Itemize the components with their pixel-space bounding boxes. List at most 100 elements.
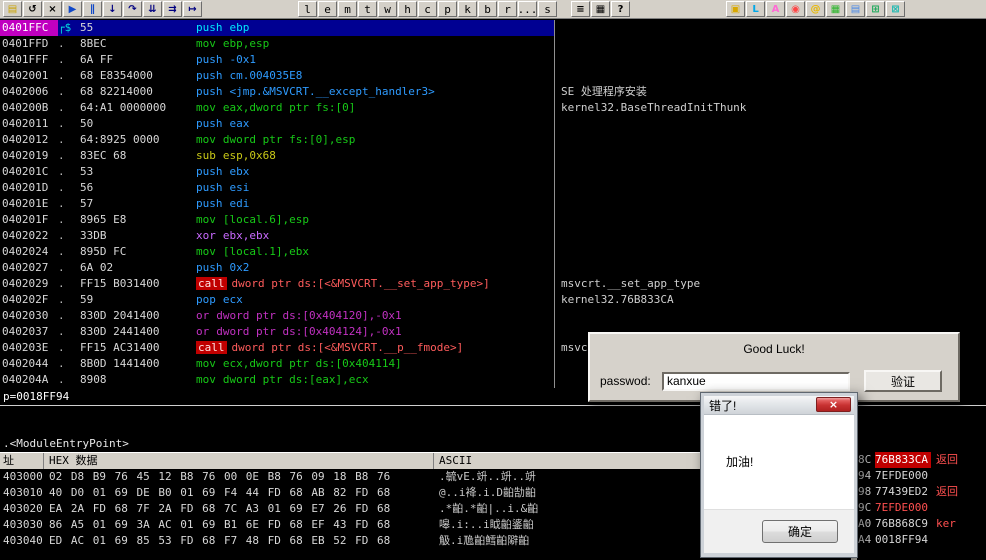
disasm-row[interactable]: 0402019 . 83EC 68 sub esp,0x68	[0, 148, 986, 164]
panel-letter-button[interactable]: c	[418, 1, 437, 17]
mnemonic: xor	[196, 229, 216, 242]
plugin-icon[interactable]: ▣	[726, 1, 745, 17]
panel-letter-button[interactable]: w	[378, 1, 397, 17]
disasm-hex-bytes: FF15 AC31400	[80, 341, 160, 354]
stack-row[interactable]: A0 76B868C9 ker	[858, 516, 986, 532]
panel-letter-button[interactable]: l	[298, 1, 317, 17]
disasm-hex-bytes: 895D FC	[80, 245, 127, 258]
open-file-button[interactable]: ▤	[3, 1, 22, 17]
panel-letter-button[interactable]: k	[458, 1, 477, 17]
mnemonic: call	[196, 341, 227, 354]
verify-button[interactable]: 验证	[864, 370, 942, 392]
stack-value: 7EFDE000	[875, 469, 928, 482]
close-icon: ×	[828, 397, 839, 411]
operands: ecx	[222, 293, 243, 306]
password-row: passwod: 验证	[600, 370, 950, 392]
panel-letter-button[interactable]: s	[538, 1, 557, 17]
execute-till-return-button[interactable]: ↦	[183, 1, 202, 17]
operands: [local.1],ebx	[222, 245, 309, 258]
step-into-button[interactable]: ↓	[103, 1, 122, 17]
error-title-bar[interactable]: 错了! ×	[704, 396, 854, 415]
plugin-icon[interactable]: L	[746, 1, 765, 17]
disasm-analysis-mark: .	[58, 325, 65, 338]
plugin-icon[interactable]: ◉	[786, 1, 805, 17]
dump-hex-bytes: 02 D8 B9 76 45 12 B8 76 00 0E B8 76 09 1…	[49, 470, 391, 483]
stack-address: 94	[858, 469, 872, 482]
disasm-comment	[554, 260, 986, 276]
close-button[interactable]: ×	[816, 397, 851, 412]
panel-letter-button[interactable]: e	[318, 1, 337, 17]
panel-letter-button[interactable]: r	[498, 1, 517, 17]
disasm-row[interactable]: 040202F . 59 pop ecx kernel32.76B833CA	[0, 292, 986, 308]
module-entry-label: .<ModuleEntryPoint>	[3, 437, 129, 450]
step-over-button[interactable]: ↷	[123, 1, 142, 17]
options-button[interactable]: ≡	[571, 1, 590, 17]
disasm-row[interactable]: 0401FFD . 8BEC mov ebp,esp	[0, 36, 986, 52]
panel-letter-button[interactable]: t	[358, 1, 377, 17]
disasm-row[interactable]: 040201F . 8965 E8 mov [local.6],esp	[0, 212, 986, 228]
stack-pane[interactable]: 8C 76B833CA 返回 94 7EFDE000 98 77439ED2 返…	[858, 452, 986, 548]
disasm-row[interactable]: 040201E . 57 push edi	[0, 196, 986, 212]
disasm-analysis-mark: ┌$	[58, 20, 80, 36]
dump-hex-bytes: EA 2A FD 68 7F 2A FD 68 7C A3 01 69 E7 2…	[49, 502, 391, 515]
disasm-analysis-mark: .	[58, 293, 65, 306]
mnemonic: mov	[196, 133, 216, 146]
disasm-hex-bytes: 6A FF	[80, 53, 114, 66]
close-icon-button[interactable]: ×	[43, 1, 62, 17]
mnemonic: push	[196, 117, 223, 130]
mnemonic: push	[196, 197, 223, 210]
stack-row[interactable]: 94 7EFDE000	[858, 468, 986, 484]
restart-button[interactable]: ↺	[23, 1, 42, 17]
disasm-hex-bytes: 83EC 68	[80, 149, 127, 162]
stack-comment	[931, 468, 986, 484]
disasm-row[interactable]: 0401FFF . 6A FF push -0x1	[0, 52, 986, 68]
disasm-row[interactable]: 040201C . 53 push ebx	[0, 164, 986, 180]
plugin-icon[interactable]: ▦	[826, 1, 845, 17]
plugin-icon[interactable]: ⊞	[866, 1, 885, 17]
plugin-icon[interactable]: ▤	[846, 1, 865, 17]
run-button[interactable]: ▶	[63, 1, 82, 17]
disasm-row[interactable]: 0402030 . 830D 2041400 or dword ptr ds:[0…	[0, 308, 986, 324]
stack-row[interactable]: 98 77439ED2 返回	[858, 484, 986, 500]
pause-button[interactable]: ∥	[83, 1, 102, 17]
panel-letter-button[interactable]: ...	[518, 1, 537, 17]
disasm-analysis-mark: .	[58, 165, 65, 178]
disasm-address: 0402012	[2, 133, 49, 146]
password-input[interactable]	[662, 371, 850, 391]
disasm-row[interactable]: 0402029 . FF15 B031400 call dword ptr ds:…	[0, 276, 986, 292]
operands: ebp,esp	[222, 37, 270, 50]
disasm-row[interactable]: 0402022 . 33DB xor ebx,ebx	[0, 228, 986, 244]
stack-row[interactable]: 8C 76B833CA 返回	[858, 452, 986, 468]
disasm-row[interactable]: 040201D . 56 push esi	[0, 180, 986, 196]
disasm-analysis-mark: .	[58, 309, 65, 322]
plugin-icon[interactable]: @	[806, 1, 825, 17]
panel-letter-button[interactable]: p	[438, 1, 457, 17]
plugin-icon[interactable]: ⊠	[886, 1, 905, 17]
panel-letter-button[interactable]: m	[338, 1, 357, 17]
disasm-row[interactable]: 0402011 . 50 push eax	[0, 116, 986, 132]
disasm-row[interactable]: 0402012 . 64:8925 0000 mov dword ptr fs:[…	[0, 132, 986, 148]
plugin-icon[interactable]: A	[766, 1, 785, 17]
disasm-row[interactable]: 0402006 . 68 82214000 push <jmp.&MSVCRT._…	[0, 84, 986, 100]
windows-button[interactable]: ▦	[591, 1, 610, 17]
animate-into-button[interactable]: ⇊	[143, 1, 162, 17]
disasm-row[interactable]: 0402027 . 6A 02 push 0x2	[0, 260, 986, 276]
disasm-row[interactable]: 0401FFC ┌$ 55 push ebp	[0, 20, 986, 36]
disasm-instruction: xor ebx,ebx	[196, 228, 554, 244]
disasm-row[interactable]: 0402024 . 895D FC mov [local.1],ebx	[0, 244, 986, 260]
disasm-instruction: mov dword ptr fs:[0],esp	[196, 132, 554, 148]
disasm-row[interactable]: 040200B . 64:A1 0000000 mov eax,dword ptr…	[0, 100, 986, 116]
dump-address-header: 址	[0, 453, 44, 469]
help-button[interactable]: ?	[611, 1, 630, 17]
disasm-comment	[554, 68, 986, 84]
stack-row[interactable]: A4 0018FF94	[858, 532, 986, 548]
mnemonic: mov	[196, 37, 216, 50]
disasm-row[interactable]: 0402001 . 68 E8354000 push cm.004035E8	[0, 68, 986, 84]
panel-letter-button[interactable]: b	[478, 1, 497, 17]
disasm-comment	[554, 148, 986, 164]
stack-value: 7EFDE000	[875, 501, 928, 514]
ok-button[interactable]: 确定	[762, 520, 838, 543]
stack-row[interactable]: 9C 7EFDE000	[858, 500, 986, 516]
animate-over-button[interactable]: ⇉	[163, 1, 182, 17]
panel-letter-button[interactable]: h	[398, 1, 417, 17]
